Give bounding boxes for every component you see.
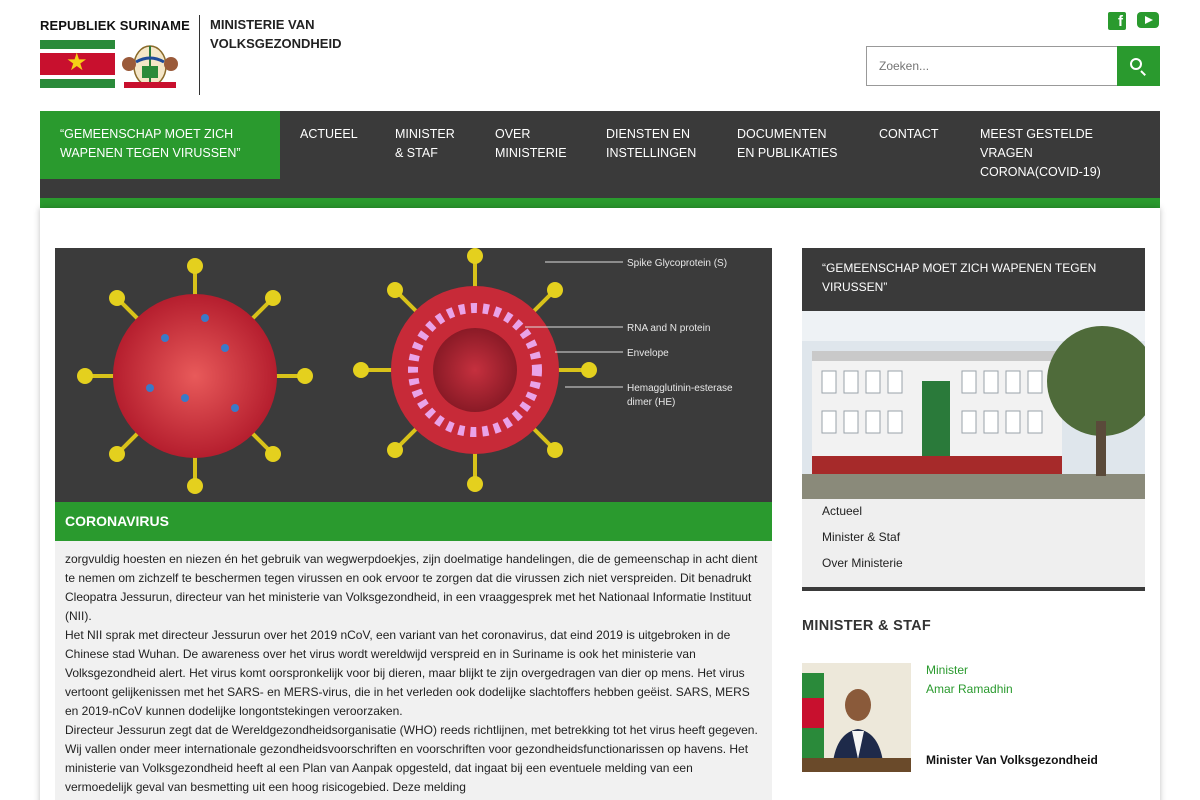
sidebar-link-actueel[interactable]: Actueel	[822, 504, 862, 518]
hero-label: Hemagglutinin-esterase	[627, 383, 733, 394]
nav-item-gemeenschap[interactable]: “GEMEENSCHAP MOET ZICH WAPENEN TEGEN VIR…	[40, 111, 280, 179]
nav-item-diensten[interactable]: DIENSTEN EN INSTELLINGEN	[606, 111, 696, 198]
nav-item-label: MINISTER	[395, 127, 455, 141]
nav-item-documenten[interactable]: DOCUMENTEN EN PUBLIKATIES	[737, 111, 838, 198]
ministry-line-1: MINISTERIE VAN	[210, 17, 315, 32]
sidebar-link-list: Actueel Minister & Staf Over Ministerie	[802, 499, 1145, 591]
minister-title: Minister Van Volksgezondheid	[926, 753, 1098, 767]
logo-text: REPUBLIEK SURINAME	[40, 18, 190, 33]
minister-name-link[interactable]: Amar Ramadhin	[926, 682, 1013, 696]
nav-item-contact[interactable]: CONTACT	[879, 111, 939, 198]
site-header: REPUBLIEK SURINAME ★ MINISTERIE VAN VOLK…	[0, 0, 1200, 111]
youtube-icon[interactable]	[1137, 12, 1159, 28]
nav-item-label: WAPENEN TEGEN VIRUSSEN”	[60, 146, 241, 160]
ministry-building-photo	[802, 311, 1145, 499]
search-button[interactable]	[1117, 46, 1160, 86]
nav-item-label: CONTACT	[879, 127, 939, 141]
nav-item-label: OVER	[495, 127, 531, 141]
hero-label: dimer (HE)	[627, 397, 675, 408]
article-title-bar: CORONAVIRUS	[55, 502, 772, 541]
main-nav: “GEMEENSCHAP MOET ZICH WAPENEN TEGEN VIR…	[40, 111, 1160, 198]
ministry-line-2: VOLKSGEZONDHEID	[210, 36, 342, 51]
article-paragraph: Directeur Jessurun zegt dat de Wereldgez…	[65, 723, 758, 794]
article-paragraph: Het NII sprak met directeur Jessurun ove…	[65, 628, 750, 718]
hero-label: RNA and N protein	[627, 323, 710, 334]
search-input[interactable]	[866, 46, 1118, 86]
nav-item-actueel[interactable]: ACTUEEL	[300, 111, 358, 198]
nav-item-faq-corona[interactable]: MEEST GESTELDE VRAGEN CORONA(COVID-19)	[980, 111, 1101, 198]
nav-item-label: ACTUEEL	[300, 127, 358, 141]
hero-label: Spike Glycoprotein (S)	[627, 258, 727, 269]
nav-item-label: “GEMEENSCHAP MOET ZICH	[60, 127, 234, 141]
hero-label: Envelope	[627, 348, 669, 359]
facebook-icon[interactable]: f	[1108, 12, 1126, 30]
sidebar-link-over-ministerie[interactable]: Over Ministerie	[822, 556, 903, 570]
site-logo[interactable]: REPUBLIEK SURINAME ★	[40, 16, 190, 94]
nav-item-minister-staf[interactable]: MINISTER & STAF	[395, 111, 455, 198]
article-paragraph: zorgvuldig hoesten en niezen én het gebr…	[65, 552, 758, 623]
article-title: CORONAVIRUS	[65, 513, 169, 529]
search-icon	[1130, 58, 1142, 70]
nav-item-label: CORONA(COVID-19)	[980, 165, 1101, 179]
nav-item-over-ministerie[interactable]: OVER MINISTERIE	[495, 111, 567, 198]
nav-item-label: & STAF	[395, 146, 438, 160]
nav-item-label: VRAGEN	[980, 146, 1033, 160]
suriname-flag-icon: ★	[40, 40, 115, 88]
nav-item-label: MINISTERIE	[495, 146, 567, 160]
coat-of-arms-icon	[122, 45, 178, 88]
article-body: zorgvuldig hoesten en niezen én het gebr…	[55, 541, 772, 800]
nav-item-label: DOCUMENTEN	[737, 127, 827, 141]
minister-photo[interactable]	[802, 663, 911, 772]
nav-item-label: INSTELLINGEN	[606, 146, 697, 160]
minister-role-link[interactable]: Minister	[926, 663, 968, 677]
nav-item-label: DIENSTEN EN	[606, 127, 691, 141]
nav-item-label: MEEST GESTELDE	[980, 127, 1093, 141]
nav-item-label: EN PUBLIKATIES	[737, 146, 838, 160]
nav-accent-bar	[40, 198, 1160, 208]
minister-section-heading: MINISTER & STAF	[802, 618, 932, 634]
ministry-name[interactable]: MINISTERIE VAN VOLKSGEZONDHEID	[210, 15, 370, 53]
header-divider	[199, 15, 200, 95]
sidebar-heading: “GEMEENSCHAP MOET ZICH WAPENEN TEGEN VIR…	[802, 248, 1145, 311]
coronavirus-hero-image: Spike Glycoprotein (S) RNA and N protein…	[55, 248, 772, 502]
sidebar-link-minister-staf[interactable]: Minister & Staf	[822, 530, 900, 544]
